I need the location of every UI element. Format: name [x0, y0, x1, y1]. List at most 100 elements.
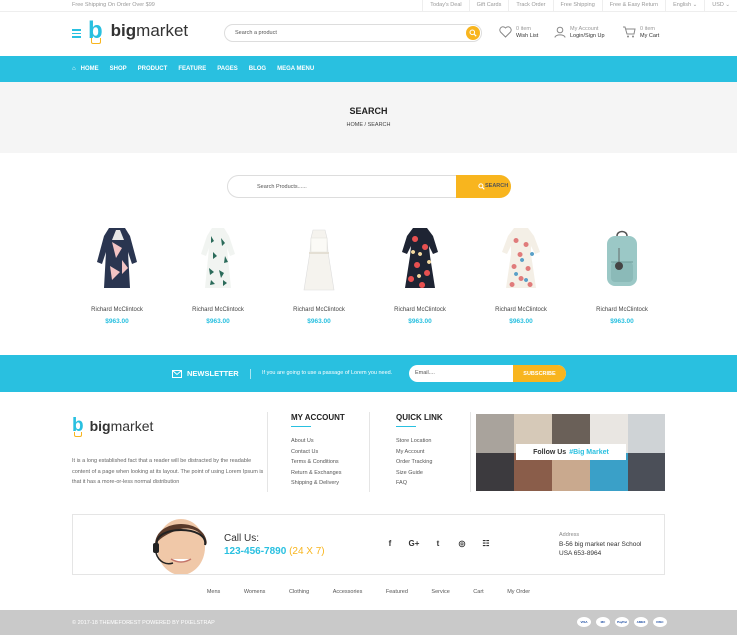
- product-image-dress[interactable]: [173, 222, 263, 302]
- top-link-free-return[interactable]: Free & Easy Return: [601, 0, 665, 12]
- footer-link[interactable]: FAQ: [396, 478, 443, 489]
- footer-nav-item[interactable]: Womens: [244, 589, 266, 595]
- follow-us-label[interactable]: Follow Us #Big Market: [516, 444, 626, 460]
- product-card[interactable]: Richard McClintock $963.00: [476, 222, 566, 332]
- footer-link[interactable]: Shipping & Delivery: [291, 478, 345, 489]
- newsletter-title: NEWSLETTER: [172, 369, 239, 378]
- home-icon[interactable]: ⌂: [72, 66, 76, 72]
- footer-link[interactable]: Order Tracking: [396, 457, 443, 468]
- product-image-dress[interactable]: [375, 222, 465, 302]
- newsletter-form[interactable]: Email.... SUBSCRIBE: [409, 365, 566, 382]
- footer-link[interactable]: My Account: [396, 447, 443, 458]
- address-line: USA 653-8964: [559, 550, 602, 557]
- top-bar: Free Shipping On Order Over $99 Today's …: [0, 0, 737, 12]
- footer-link[interactable]: Return & Exchanges: [291, 468, 345, 479]
- wishlist[interactable]: 0 item Wish List: [499, 26, 538, 40]
- product-image-dress[interactable]: [274, 222, 364, 302]
- breadcrumb[interactable]: HOME / SEARCH: [0, 122, 737, 128]
- product-search-button[interactable]: SEARCH: [456, 175, 511, 198]
- language-select[interactable]: English ⌄: [665, 0, 704, 12]
- contact-strip: Call Us: 123-456-7890 (24 X 7) f G+ t ◎ …: [72, 514, 665, 575]
- nav-home[interactable]: HOME: [81, 66, 99, 72]
- gallery-photo[interactable]: [628, 452, 665, 491]
- product-card[interactable]: Richard McClintock $963.00: [72, 222, 162, 332]
- footer-nav-item[interactable]: Clothing: [289, 589, 309, 595]
- email-field[interactable]: Email....: [415, 370, 435, 376]
- address-line: B-56 big market near School: [559, 541, 642, 548]
- logo-text: bigmarket: [89, 418, 154, 434]
- product-search[interactable]: Search Products...... SEARCH: [227, 175, 511, 198]
- product-price: $963.00: [610, 318, 634, 325]
- product-card[interactable]: Richard McClintock $963.00: [274, 222, 364, 332]
- rss-icon[interactable]: ☷: [474, 539, 498, 548]
- instagram-gallery[interactable]: Follow Us #Big Market: [476, 414, 665, 491]
- top-link-gift-cards[interactable]: Gift Cards: [468, 0, 509, 12]
- product-name[interactable]: Richard McClintock: [577, 307, 667, 313]
- product-price: $963.00: [105, 318, 129, 325]
- product-name[interactable]: Richard McClintock: [274, 307, 364, 313]
- discover-icon: DISC: [653, 617, 667, 627]
- gallery-photo[interactable]: [476, 452, 514, 491]
- product-card[interactable]: Richard McClintock $963.00: [375, 222, 465, 332]
- gallery-photo[interactable]: [628, 414, 665, 453]
- top-link-todays-deal[interactable]: Today's Deal: [422, 0, 468, 12]
- product-image-dress[interactable]: [72, 222, 162, 302]
- logo[interactable]: b bigmarket: [88, 18, 188, 44]
- footer-logo[interactable]: b bigmarket: [72, 416, 154, 437]
- footer-nav-item[interactable]: Featured: [386, 589, 408, 595]
- hamburger-icon[interactable]: [72, 29, 81, 40]
- nav-pages[interactable]: PAGES: [217, 66, 238, 72]
- product-name[interactable]: Richard McClintock: [72, 307, 162, 313]
- logo-cart-icon: [91, 38, 101, 44]
- product-search-input[interactable]: Search Products......: [257, 184, 307, 190]
- footer-link[interactable]: About Us: [291, 436, 345, 447]
- search-input[interactable]: Search a product: [235, 30, 277, 36]
- gallery-photo[interactable]: [476, 414, 514, 453]
- footer-nav-item[interactable]: Cart: [473, 589, 483, 595]
- top-link-track-order[interactable]: Track Order: [508, 0, 552, 12]
- nav-product[interactable]: PRODUCT: [138, 66, 168, 72]
- product-name[interactable]: Richard McClintock: [375, 307, 465, 313]
- currency-select[interactable]: USD ⌄: [704, 0, 737, 12]
- top-links: Today's Deal Gift Cards Track Order Free…: [422, 0, 737, 12]
- subscribe-button[interactable]: SUBSCRIBE: [513, 365, 566, 382]
- mastercard-icon: MC: [596, 617, 610, 627]
- newsletter-bar: NEWSLETTER If you are going to use a pas…: [0, 355, 737, 392]
- product-name[interactable]: Richard McClintock: [476, 307, 566, 313]
- footer-link[interactable]: Contact Us: [291, 447, 345, 458]
- footer-my-account: MY ACCOUNT About Us Contact Us Terms & C…: [291, 413, 345, 489]
- google-plus-icon[interactable]: G+: [402, 539, 426, 548]
- top-link-free-shipping[interactable]: Free Shipping: [552, 0, 602, 12]
- footer-nav-item[interactable]: Accessories: [333, 589, 363, 595]
- instagram-icon[interactable]: ◎: [450, 539, 474, 548]
- cart-icon: [623, 26, 636, 38]
- product-image-dress[interactable]: [476, 222, 566, 302]
- footer-link[interactable]: Size Guide: [396, 468, 443, 479]
- nav-mega-menu[interactable]: MEGA MENU: [277, 66, 314, 72]
- product-name[interactable]: Richard McClintock: [173, 307, 263, 313]
- product-card[interactable]: Richard McClintock $963.00: [577, 222, 667, 332]
- divider: [267, 412, 268, 492]
- product-image-backpack[interactable]: [577, 222, 667, 302]
- product-price: $963.00: [307, 318, 331, 325]
- account[interactable]: My Account Login/Sign Up: [554, 26, 605, 40]
- footer-nav: Mens Womens Clothing Accessories Feature…: [0, 589, 737, 595]
- nav-feature[interactable]: FEATURE: [178, 66, 206, 72]
- search-button[interactable]: [466, 26, 480, 40]
- footer-quick-link: QUICK LINK Store Location My Account Ord…: [396, 413, 443, 489]
- footer-nav-item[interactable]: Mens: [207, 589, 220, 595]
- footer-link[interactable]: Terms & Conditions: [291, 457, 345, 468]
- address-block: Address B-56 big market near School USA …: [559, 531, 641, 558]
- footer-nav-item[interactable]: My Order: [507, 589, 530, 595]
- nav-shop[interactable]: SHOP: [110, 66, 127, 72]
- facebook-icon[interactable]: f: [378, 539, 402, 548]
- cart[interactable]: 0 item My Cart: [622, 26, 659, 40]
- twitter-icon[interactable]: t: [426, 539, 450, 548]
- header-search[interactable]: Search a product: [224, 24, 482, 42]
- breadcrumb-section: SEARCH HOME / SEARCH: [0, 82, 737, 153]
- product-card[interactable]: Richard McClintock $963.00: [173, 222, 263, 332]
- nav-blog[interactable]: BLOG: [249, 66, 266, 72]
- footer-link[interactable]: Store Location: [396, 436, 443, 447]
- footer-nav-item[interactable]: Service: [431, 589, 449, 595]
- phone-number[interactable]: 123-456-7890 (24 X 7): [224, 546, 325, 557]
